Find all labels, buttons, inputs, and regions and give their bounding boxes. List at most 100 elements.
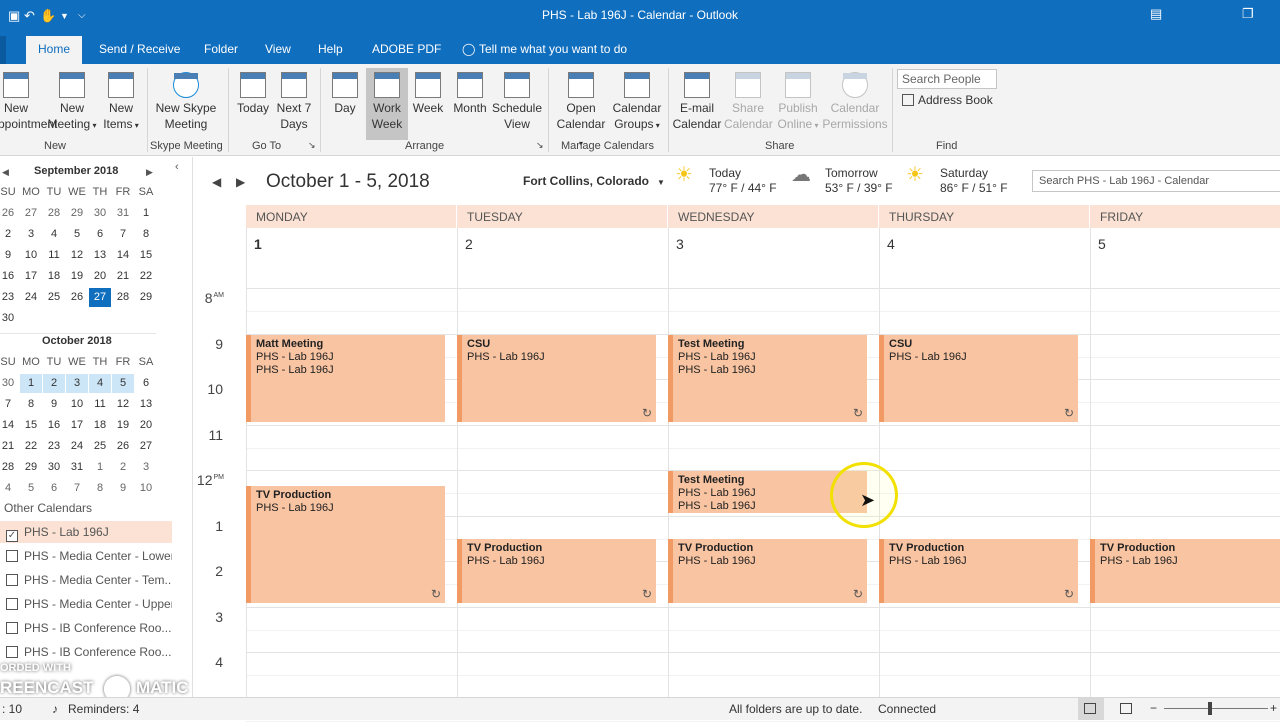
mini-calendar-day[interactable]: 12: [66, 246, 88, 265]
mini-calendar-day[interactable]: 3: [135, 458, 157, 477]
new-appointment-button[interactable]: New Appointment: [0, 72, 57, 132]
mini-calendar-day[interactable]: 15: [20, 416, 42, 435]
mini-calendar-day[interactable]: 1: [135, 204, 157, 223]
mini-calendar-day[interactable]: 26: [66, 288, 88, 307]
tell-me-box[interactable]: Tell me what you want to do: [479, 42, 627, 56]
day-header-friday[interactable]: FRIDAY: [1090, 205, 1280, 228]
share-calendar-button[interactable]: Share Calendar: [724, 72, 773, 132]
mini-calendar-day[interactable]: 4: [0, 479, 19, 498]
mini-calendar-day[interactable]: 10: [135, 479, 157, 498]
publish-online-button[interactable]: Publish Online ▾: [774, 72, 822, 134]
mini-calendar-day[interactable]: 13: [135, 395, 157, 414]
mini-calendar-day[interactable]: 25: [89, 437, 111, 456]
search-people-input[interactable]: Search People: [897, 69, 997, 89]
work-week-view-button[interactable]: Work Week: [366, 68, 408, 140]
mini-calendar-day[interactable]: 4: [89, 374, 111, 393]
mini-calendar-day[interactable]: 9: [112, 479, 134, 498]
mini-calendar-day[interactable]: 21: [112, 267, 134, 286]
calendar-search-input[interactable]: Search PHS - Lab 196J - Calendar: [1032, 170, 1280, 192]
calendar-event[interactable]: TV Production PHS - Lab 196J: [1090, 539, 1280, 603]
mini-calendar-day[interactable]: 3: [20, 225, 42, 244]
mini-calendar-day[interactable]: 7: [112, 225, 134, 244]
mini-calendar-day[interactable]: 2: [43, 374, 65, 393]
location-selector[interactable]: Fort Collins, Colorado ▼: [523, 174, 665, 188]
checkbox[interactable]: [6, 646, 18, 658]
checkbox[interactable]: [6, 622, 18, 634]
mini-calendar-day[interactable]: 6: [89, 225, 111, 244]
mini-calendar-day[interactable]: 26: [0, 204, 19, 223]
today-button[interactable]: Today: [234, 72, 272, 116]
zoom-in-icon[interactable]: +: [1270, 701, 1277, 715]
mini-calendar-day[interactable]: 6: [135, 374, 157, 393]
restore-window-icon[interactable]: ❐: [1242, 6, 1254, 22]
tab-send-receive[interactable]: Send / Receive: [99, 42, 180, 56]
back-arrow-icon[interactable]: ◀: [212, 175, 221, 189]
day-view-button[interactable]: Day: [328, 72, 362, 116]
mini-calendar-day[interactable]: 27: [20, 204, 42, 223]
mini-calendar-day[interactable]: 31: [66, 458, 88, 477]
calendar-event[interactable]: CSU PHS - Lab 196J ↻: [457, 335, 656, 422]
mini-calendar-day[interactable]: 22: [20, 437, 42, 456]
zoom-slider[interactable]: [1164, 708, 1268, 709]
mini-calendar-day[interactable]: 29: [20, 458, 42, 477]
calendar-event[interactable]: TV Production PHS - Lab 196J ↻: [457, 539, 656, 603]
calendar-event[interactable]: TV Production PHS - Lab 196J ↻: [668, 539, 867, 603]
calendar-groups-button[interactable]: Calendar Groups ▾: [610, 72, 664, 134]
mini-calendar-day[interactable]: 13: [89, 246, 111, 265]
mini-calendar-day[interactable]: 16: [0, 267, 19, 286]
mini-calendar-day[interactable]: 24: [20, 288, 42, 307]
other-calendars-header[interactable]: Other Calendars: [4, 501, 92, 515]
weather-saturday[interactable]: ☀ Saturday 86° F / 51° F: [906, 165, 1008, 196]
prev-month-icon[interactable]: ◀: [2, 167, 9, 178]
next-month-icon[interactable]: ▶: [146, 167, 153, 178]
mini-calendar-day[interactable]: 5: [112, 374, 134, 393]
checkbox[interactable]: ✓: [6, 530, 18, 542]
mini-calendar-day[interactable]: 5: [66, 225, 88, 244]
address-book-button[interactable]: Address Book: [902, 93, 993, 107]
calendar-list-item[interactable]: PHS - Media Center - Lower: [0, 545, 172, 567]
forward-arrow-icon[interactable]: ▶: [236, 175, 245, 189]
mini-calendar-day[interactable]: 18: [43, 267, 65, 286]
new-items-button[interactable]: New Items ▾: [100, 72, 142, 134]
mini-calendar-day[interactable]: 27: [135, 437, 157, 456]
mini-calendar-day[interactable]: 1: [20, 374, 42, 393]
mini-calendar-day[interactable]: 4: [43, 225, 65, 244]
mini-calendar-day[interactable]: 11: [43, 246, 65, 265]
calendar-list-item[interactable]: ✓ PHS - Lab 196J: [0, 521, 172, 543]
mini-calendar-day[interactable]: 23: [0, 288, 19, 307]
mini-calendar-day[interactable]: 2: [112, 458, 134, 477]
mini-calendar-day[interactable]: 29: [135, 288, 157, 307]
day-header-thursday[interactable]: THURSDAY: [879, 205, 1089, 228]
calendar-event[interactable]: Matt Meeting PHS - Lab 196J PHS - Lab 196J: [246, 335, 445, 422]
next-7-days-button[interactable]: Next 7 Days: [274, 72, 314, 132]
mini-calendar-day[interactable]: 6: [43, 479, 65, 498]
reminders-count[interactable]: Reminders: 4: [68, 702, 139, 716]
mini-calendar-day[interactable]: 25: [43, 288, 65, 307]
new-skype-meeting-button[interactable]: New Skype Meeting: [154, 72, 218, 132]
mini-calendar-day[interactable]: 3: [66, 374, 88, 393]
weather-today[interactable]: ☀ Today 77° F / 44° F: [675, 165, 777, 196]
calendar-list-item[interactable]: PHS - IB Conference Roo...: [0, 617, 172, 639]
mini-calendar-day[interactable]: 18: [89, 416, 111, 435]
mini-calendar-day[interactable]: 8: [135, 225, 157, 244]
mini-calendar-day[interactable]: 26: [112, 437, 134, 456]
mini-calendar-day[interactable]: 10: [20, 246, 42, 265]
mini-calendar-day[interactable]: 8: [20, 395, 42, 414]
mini-calendar-day[interactable]: 17: [20, 267, 42, 286]
mini-calendar-day[interactable]: 30: [43, 458, 65, 477]
mini-calendar-day[interactable]: 30: [89, 204, 111, 223]
checkbox[interactable]: [6, 598, 18, 610]
mini-calendar-day[interactable]: 11: [89, 395, 111, 414]
mini-calendar-day[interactable]: 28: [0, 458, 19, 477]
mini-calendar-day[interactable]: 8: [89, 479, 111, 498]
tab-help[interactable]: Help: [318, 42, 343, 56]
mini-calendar-day[interactable]: 7: [66, 479, 88, 498]
tab-home[interactable]: Home: [26, 36, 83, 64]
reading-view-icon[interactable]: [1120, 703, 1132, 714]
mini-calendar-day[interactable]: 5: [20, 479, 42, 498]
mini-calendar-day[interactable]: 29: [66, 204, 88, 223]
weather-tomorrow[interactable]: ☁ Tomorrow 53° F / 39° F: [791, 165, 893, 196]
mini-calendar-day[interactable]: 15: [135, 246, 157, 265]
mini-calendar-day[interactable]: 30: [0, 309, 19, 328]
calendar-permissions-button[interactable]: Calendar Permissions: [822, 72, 888, 132]
